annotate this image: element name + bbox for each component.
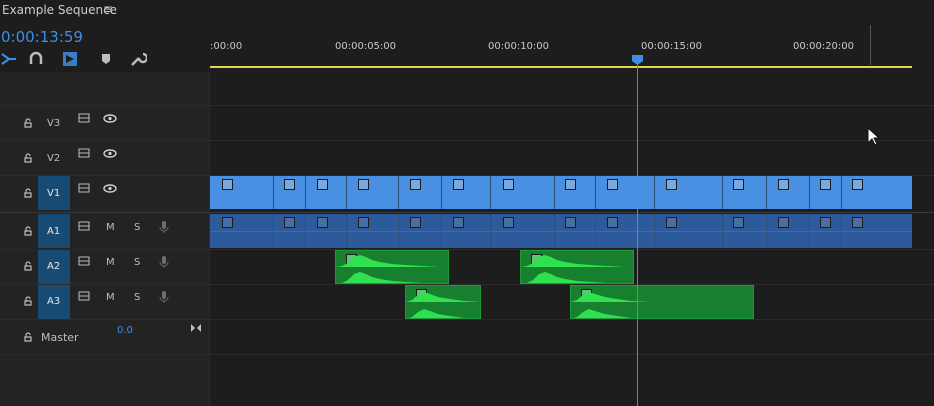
- fx-badge-icon: [222, 179, 233, 190]
- add-marker-icon[interactable]: [97, 50, 115, 68]
- sync-lock-icon[interactable]: [78, 221, 90, 231]
- fx-badge-icon: [358, 179, 369, 190]
- fx-badge-icon: [284, 217, 295, 228]
- microphone-icon[interactable]: [159, 220, 169, 234]
- waveform: [571, 292, 753, 318]
- fx-badge-icon: [453, 217, 464, 228]
- track-name-a2: A2: [47, 261, 61, 272]
- wrench-icon[interactable]: [129, 50, 147, 68]
- fx-badge-icon: [607, 217, 618, 228]
- fx-badge-icon: [358, 217, 369, 228]
- mute-button[interactable]: M: [106, 292, 115, 303]
- track-name-a1: A1: [47, 226, 61, 237]
- lock-icon[interactable]: [23, 153, 33, 163]
- eye-icon[interactable]: [103, 149, 117, 158]
- ruler-tick: 00:00:20:00: [793, 41, 855, 52]
- audio-clip-a2-1[interactable]: [335, 250, 449, 284]
- fx-badge-icon: [852, 179, 863, 190]
- fx-badge-icon: [284, 179, 295, 190]
- master-track-name: Master: [41, 331, 79, 344]
- sequence-tab-title[interactable]: Example Sequence: [2, 3, 117, 17]
- work-area-bar[interactable]: [210, 66, 912, 68]
- fx-badge-icon: [607, 179, 618, 190]
- sequence-end-marker: [870, 25, 871, 65]
- track-name-a3: A3: [47, 296, 61, 307]
- audio-clip-track-a1[interactable]: [210, 214, 912, 248]
- mute-button[interactable]: M: [106, 257, 115, 268]
- playhead-timecode[interactable]: 0:00:13:59: [1, 28, 83, 46]
- microphone-icon[interactable]: [159, 255, 169, 269]
- lock-icon[interactable]: [23, 261, 33, 271]
- playhead-line[interactable]: [637, 56, 638, 406]
- sync-lock-icon[interactable]: [78, 256, 90, 266]
- magnet-icon[interactable]: [27, 50, 45, 68]
- eye-icon[interactable]: [103, 184, 117, 193]
- lock-icon[interactable]: [23, 118, 33, 128]
- fx-badge-icon: [410, 179, 421, 190]
- fx-badge-icon: [453, 179, 464, 190]
- waveform: [521, 255, 633, 283]
- fx-badge-icon: [733, 179, 744, 190]
- linked-selection-icon[interactable]: [61, 50, 79, 68]
- track-name-v2: V2: [47, 153, 61, 164]
- solo-button[interactable]: S: [134, 257, 140, 268]
- ruler-tick: :00:00: [210, 41, 243, 52]
- ruler-tick: 00:00:05:00: [335, 41, 397, 52]
- track-name-v3: V3: [47, 118, 61, 129]
- waveform: [336, 255, 448, 283]
- fx-badge-icon: [565, 217, 576, 228]
- lock-icon[interactable]: [23, 226, 33, 236]
- audio-clip-a2-2[interactable]: [520, 250, 634, 284]
- microphone-icon[interactable]: [159, 290, 169, 304]
- video-clip-track-v1[interactable]: [210, 176, 912, 209]
- lock-icon[interactable]: [23, 296, 33, 306]
- ruler-tick: 00:00:15:00: [641, 41, 703, 52]
- fx-badge-icon: [503, 217, 514, 228]
- fx-badge-icon: [852, 217, 863, 228]
- eye-icon[interactable]: [103, 114, 117, 123]
- fx-badge-icon: [222, 217, 233, 228]
- audio-clip-a3-1[interactable]: [405, 285, 481, 319]
- solo-button[interactable]: S: [134, 222, 140, 233]
- playhead-handle[interactable]: [632, 55, 643, 65]
- sync-lock-icon[interactable]: [78, 291, 90, 301]
- sync-lock-icon[interactable]: [78, 148, 90, 158]
- fx-badge-icon: [778, 179, 789, 190]
- track-name-v1: V1: [47, 188, 61, 199]
- fx-badge-icon: [317, 179, 328, 190]
- fx-badge-icon: [820, 217, 831, 228]
- sync-lock-icon[interactable]: [78, 183, 90, 193]
- fx-badge-icon: [503, 179, 514, 190]
- mouse-cursor-icon: [867, 127, 879, 146]
- master-volume[interactable]: 0.0: [117, 325, 133, 336]
- lock-icon[interactable]: [23, 188, 33, 198]
- solo-button[interactable]: S: [134, 292, 140, 303]
- audio-clip-a3-2[interactable]: [570, 285, 754, 319]
- mute-button[interactable]: M: [106, 222, 115, 233]
- fx-badge-icon: [778, 217, 789, 228]
- waveform: [406, 292, 480, 318]
- hamburger-menu-icon[interactable]: ≡: [103, 2, 113, 16]
- fx-badge-icon: [410, 217, 421, 228]
- sync-lock-icon[interactable]: [78, 113, 90, 123]
- fx-badge-icon: [820, 179, 831, 190]
- fx-badge-icon: [666, 179, 677, 190]
- fx-badge-icon: [565, 179, 576, 190]
- lock-icon[interactable]: [23, 332, 33, 342]
- ruler-tick: 00:00:10:00: [488, 41, 550, 52]
- snap-icon[interactable]: [0, 50, 18, 68]
- fx-badge-icon: [666, 217, 677, 228]
- go-to-ends-icon[interactable]: [190, 323, 202, 333]
- fx-badge-icon: [733, 217, 744, 228]
- fx-badge-icon: [317, 217, 328, 228]
